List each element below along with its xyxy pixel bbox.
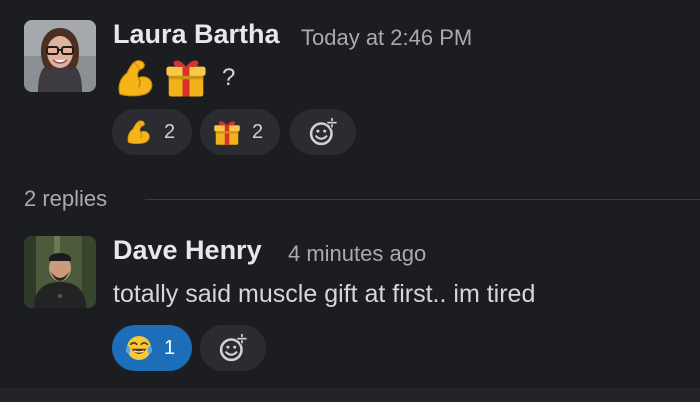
reaction-count: 2: [164, 120, 176, 143]
reaction-count: 2: [252, 120, 264, 143]
add-reaction-icon: [216, 331, 250, 365]
wrapped-gift-icon: [163, 54, 209, 100]
flexed-biceps-icon: [113, 55, 159, 101]
reaction-flexed-biceps[interactable]: 2: [112, 109, 192, 155]
author-name[interactable]: Dave Henry: [113, 235, 262, 266]
reply-message: Dave Henry 4 minutes ago totally said mu…: [0, 220, 700, 390]
avatar-laura[interactable]: [24, 20, 96, 92]
message-timestamp[interactable]: Today at 2:46 PM: [301, 25, 472, 51]
replies-count: 2 replies: [24, 186, 108, 211]
footer-strip: [0, 388, 700, 402]
message-timestamp[interactable]: 4 minutes ago: [288, 241, 426, 267]
joy-icon: [124, 333, 154, 363]
reaction-count: 1: [164, 336, 176, 359]
message-text: ?: [222, 64, 236, 91]
flexed-biceps-icon: [124, 117, 154, 147]
add-reaction-button[interactable]: [200, 325, 266, 371]
add-reaction-icon: [306, 115, 340, 149]
parent-message: Laura Bartha Today at 2:46 PM ? 2 2: [0, 0, 700, 170]
avatar-dave[interactable]: [24, 236, 96, 308]
replies-divider: [145, 199, 700, 200]
reaction-joy[interactable]: 1: [112, 325, 192, 371]
reaction-wrapped-gift[interactable]: 2: [200, 109, 280, 155]
thread-panel: Laura Bartha Today at 2:46 PM ? 2 2 2 re…: [0, 0, 700, 402]
add-reaction-button[interactable]: [290, 109, 356, 155]
wrapped-gift-icon: [212, 117, 242, 147]
author-name[interactable]: Laura Bartha: [113, 19, 280, 50]
message-text: totally said muscle gift at first.. im t…: [113, 280, 536, 308]
